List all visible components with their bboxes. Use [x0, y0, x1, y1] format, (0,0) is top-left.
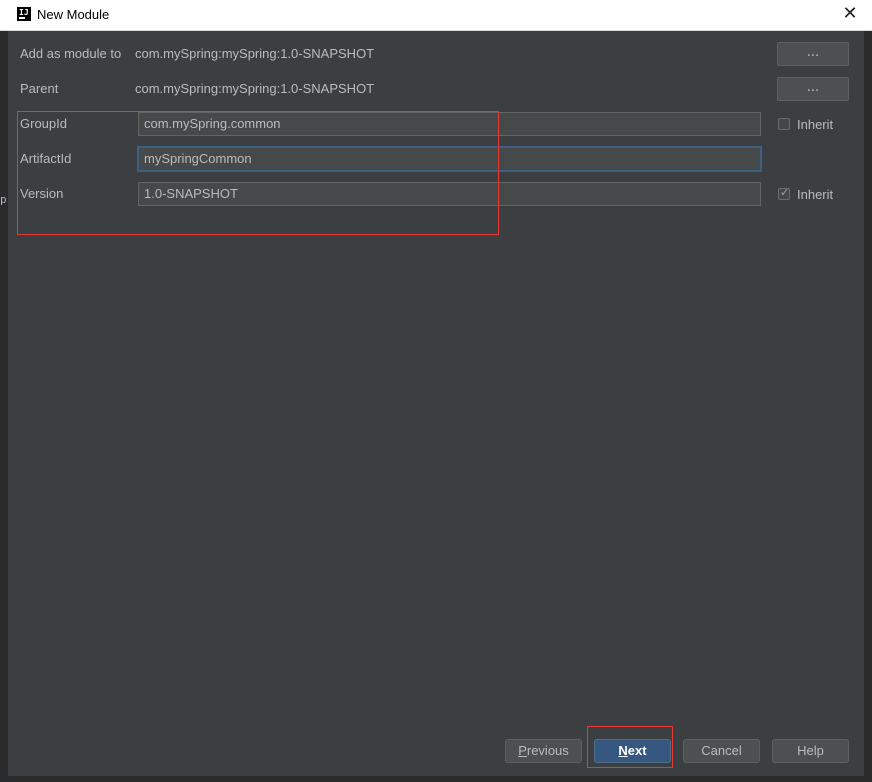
groupid-inherit-checkbox[interactable]: [778, 118, 790, 130]
parent-label: Parent: [20, 81, 59, 96]
parent-value: com.mySpring:mySpring:1.0-SNAPSHOT: [135, 81, 375, 96]
window-title: New Module: [37, 7, 110, 22]
background-window-edge-left: p: [0, 31, 8, 782]
window-titlebar: IJ New Module ✕: [0, 0, 872, 31]
previous-label: revious: [526, 743, 569, 758]
cancel-button[interactable]: Cancel: [683, 739, 760, 763]
add-as-module-browse-button[interactable]: ...: [777, 42, 849, 66]
previous-mnemonic: P: [518, 743, 527, 758]
groupid-inherit-label[interactable]: Inherit: [797, 117, 833, 132]
parent-browse-button[interactable]: ...: [777, 77, 849, 101]
background-editor-text: p: [0, 193, 7, 206]
close-icon[interactable]: ✕: [840, 4, 860, 24]
add-as-module-to-label: Add as module to: [20, 46, 122, 61]
version-inherit-checkbox[interactable]: ✓: [778, 186, 790, 200]
annotation-highlight-fields: [17, 111, 499, 235]
checkmark-icon: ✓: [780, 186, 790, 199]
previous-button[interactable]: Previous: [505, 739, 582, 763]
help-button[interactable]: Help: [772, 739, 849, 763]
intellij-app-icon: IJ: [17, 7, 31, 21]
background-window-edge-right: [864, 31, 872, 782]
annotation-highlight-next: [587, 726, 673, 768]
version-inherit-label[interactable]: Inherit: [797, 187, 833, 202]
add-as-module-to-value: com.mySpring:mySpring:1.0-SNAPSHOT: [135, 46, 375, 61]
app-icon-label: IJ: [19, 8, 29, 17]
background-window-edge-bottom: [0, 776, 872, 782]
